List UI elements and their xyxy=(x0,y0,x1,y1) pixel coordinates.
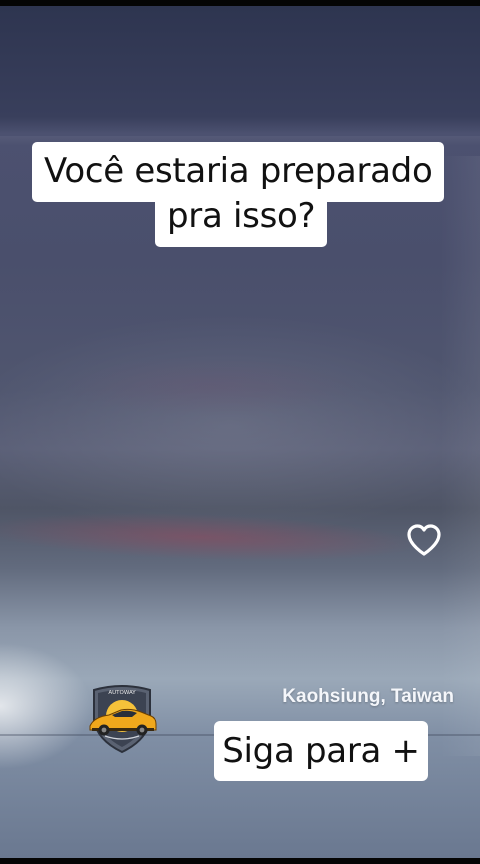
location-label: Kaohsiung, Taiwan xyxy=(282,686,454,707)
light-streak xyxy=(60,356,360,416)
svg-text:AUTOWAY: AUTOWAY xyxy=(108,690,136,696)
red-light-streak xyxy=(0,506,421,568)
story-frame: Você estaria preparado pra isso? AUTOWAY… xyxy=(0,0,480,864)
edge-glow xyxy=(440,156,480,756)
caption-line-2: pra isso? xyxy=(155,194,328,247)
follow-button[interactable]: Siga para + xyxy=(214,721,428,781)
heart-icon[interactable] xyxy=(406,523,442,557)
follow-label: Siga para + xyxy=(222,731,420,771)
caption-line-1: Você estaria preparado xyxy=(32,142,445,202)
bottom-border xyxy=(0,858,480,864)
car-logo[interactable]: AUTOWAY xyxy=(85,682,159,754)
